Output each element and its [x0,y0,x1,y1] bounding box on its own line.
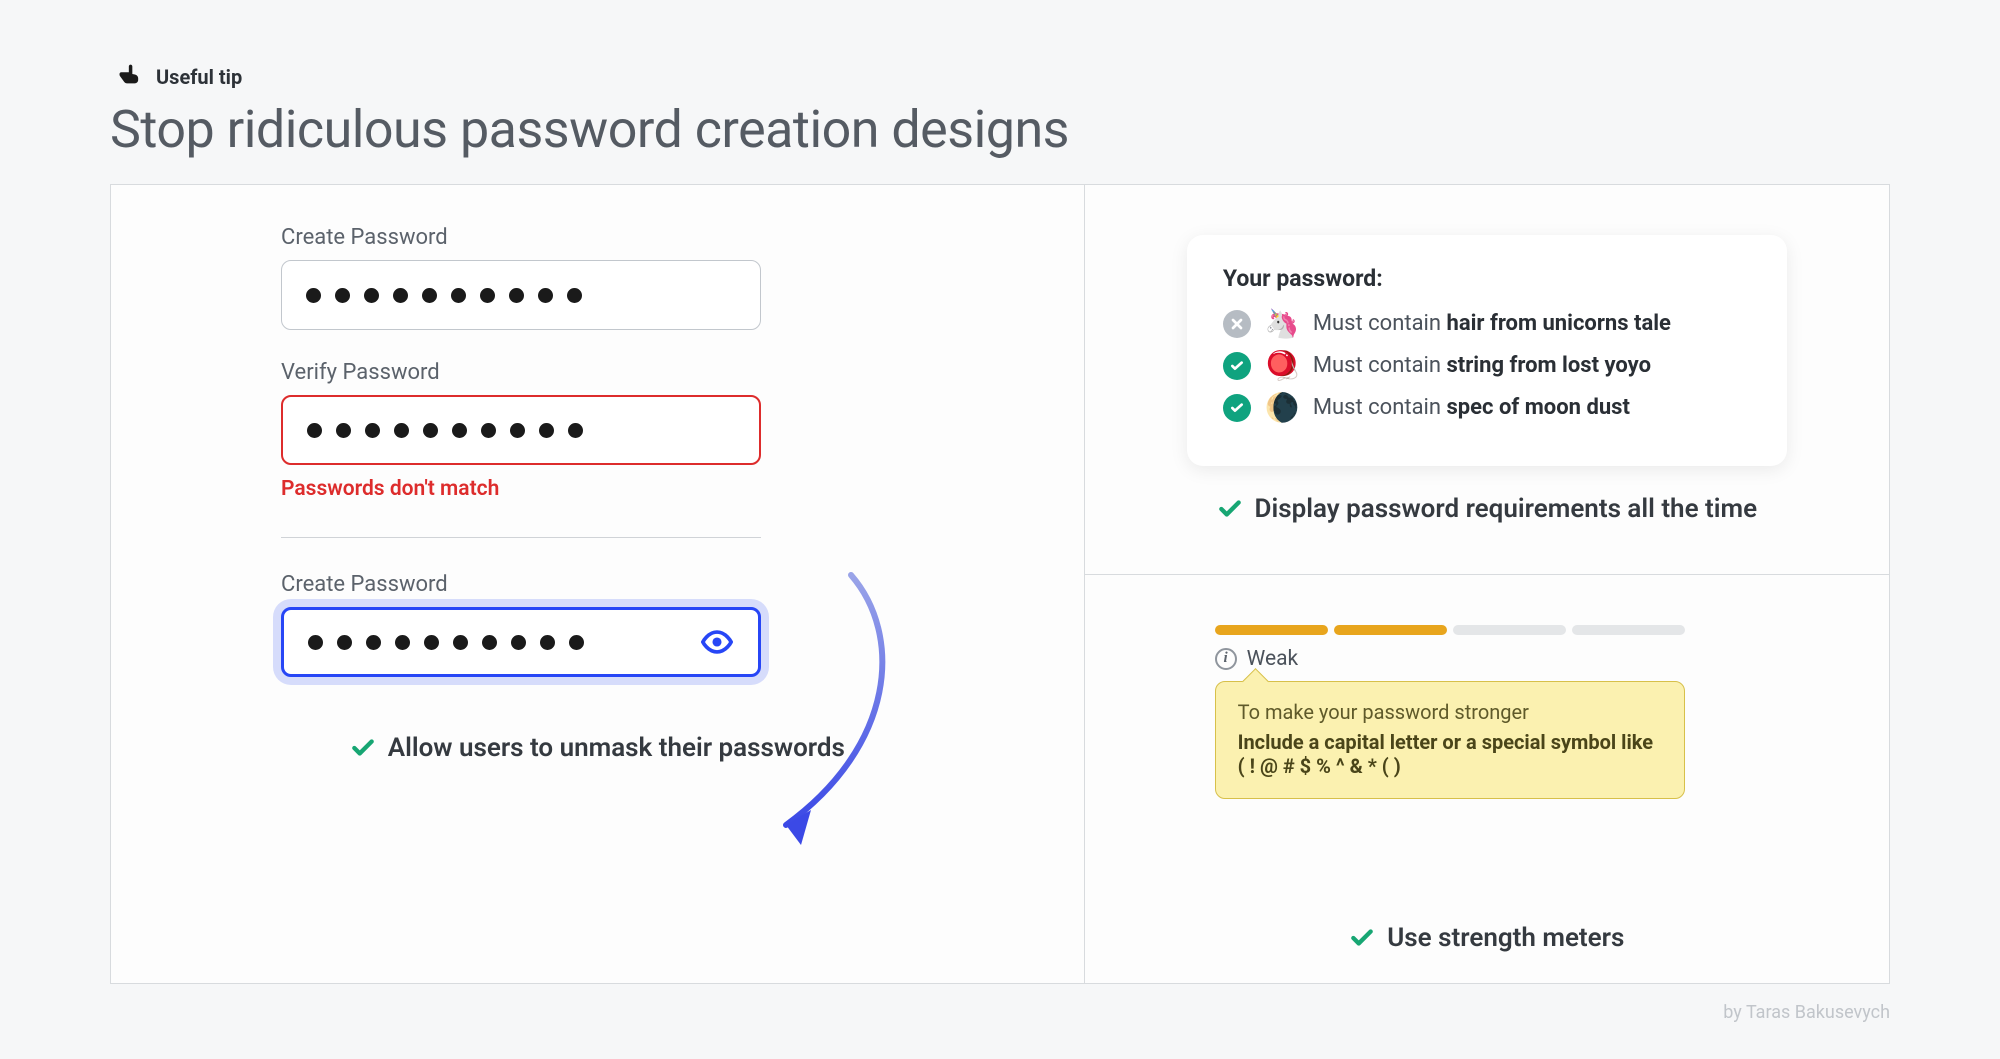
password-dot [393,288,408,303]
password-dot [538,288,553,303]
check-circle-icon [1223,352,1251,380]
check-icon [1217,496,1243,522]
password-dot [424,635,439,650]
password-dot [366,635,381,650]
meter-segment [1572,625,1685,635]
password-dot [364,288,379,303]
credit-line: by Taras Bakusevych [0,984,2000,1023]
x-circle-icon [1223,310,1251,338]
info-icon: i [1215,648,1237,670]
password-dot [308,635,323,650]
page-title: Stop ridiculous password creation design… [110,99,1890,160]
check-icon [350,735,376,761]
strength-label: Weak [1247,647,1299,671]
password-dot [335,288,350,303]
check-circle-icon [1223,394,1251,422]
password-dot [452,423,467,438]
requirements-section: Your password: 🦄 Must contain hair from u… [1085,185,1889,575]
password-dot [567,288,582,303]
password-dot [569,635,584,650]
password-dot [395,635,410,650]
password-dot [482,635,497,650]
divider [281,537,761,538]
requirement-text: Must contain hair from unicorns tale [1313,311,1671,336]
requirements-list: 🦄 Must contain hair from unicorns tale 🪀 Mu… [1223,310,1751,422]
requirement-emoji: 🦄 [1265,310,1299,338]
hint-title: To make your password stronger [1238,700,1662,724]
hint-body: Include a capital letter or a special sy… [1238,730,1662,778]
requirement-item: 🪀 Must contain string from lost yoyo [1223,352,1751,380]
create-password-unmask-label: Create Password [281,572,761,597]
strength-caption: Use strength meters [1135,923,1839,953]
requirements-heading: Your password: [1223,265,1751,292]
password-dot [394,423,409,438]
requirement-item: 🦄 Must contain hair from unicorns tale [1223,310,1751,338]
left-caption: Allow users to unmask their passwords [171,733,1024,763]
right-panel: Your password: 🦄 Must contain hair from u… [1085,185,1889,983]
requirement-text: Must contain string from lost yoyo [1313,353,1651,378]
strength-label-row: i Weak [1215,647,1685,671]
password-dot [568,423,583,438]
meter-segment [1334,625,1447,635]
strength-meter [1215,625,1685,635]
eye-icon[interactable] [700,625,734,659]
password-dot [509,288,524,303]
password-dot [423,423,438,438]
tip-badge-text: Useful tip [156,65,242,89]
password-dot [511,635,526,650]
create-password-unmask-input[interactable] [281,607,761,677]
requirement-emoji: 🪀 [1265,352,1299,380]
tip-badge: Useful tip [116,60,1890,93]
password-dot [337,635,352,650]
verify-password-input[interactable] [281,395,761,465]
requirements-card: Your password: 🦄 Must contain hair from u… [1187,235,1787,466]
password-dot [540,635,555,650]
create-password-label: Create Password [281,225,761,250]
password-dot [453,635,468,650]
verify-password-label: Verify Password [281,360,761,385]
password-dot [481,423,496,438]
requirements-caption: Display password requirements all the ti… [1135,494,1839,524]
password-dot [336,423,351,438]
create-password-input[interactable] [281,260,761,330]
password-dot [451,288,466,303]
hand-point-icon [116,60,144,93]
password-dot [539,423,554,438]
strength-hint: To make your password stronger Include a… [1215,681,1685,799]
password-dot [307,423,322,438]
password-dot [510,423,525,438]
requirement-item: 🌘 Must contain spec of moon dust [1223,394,1751,422]
password-dot [365,423,380,438]
error-message: Passwords don't match [281,477,761,501]
password-dot [422,288,437,303]
password-dot [480,288,495,303]
example-board: Create Password Verify Password Password… [110,184,1890,984]
requirement-text: Must contain spec of moon dust [1313,395,1630,420]
password-dot [306,288,321,303]
left-panel: Create Password Verify Password Password… [111,185,1085,983]
meter-segment [1453,625,1566,635]
check-icon [1349,925,1375,951]
meter-segment [1215,625,1328,635]
requirement-emoji: 🌘 [1265,394,1299,422]
strength-section: i Weak To make your password stronger In… [1085,575,1889,984]
